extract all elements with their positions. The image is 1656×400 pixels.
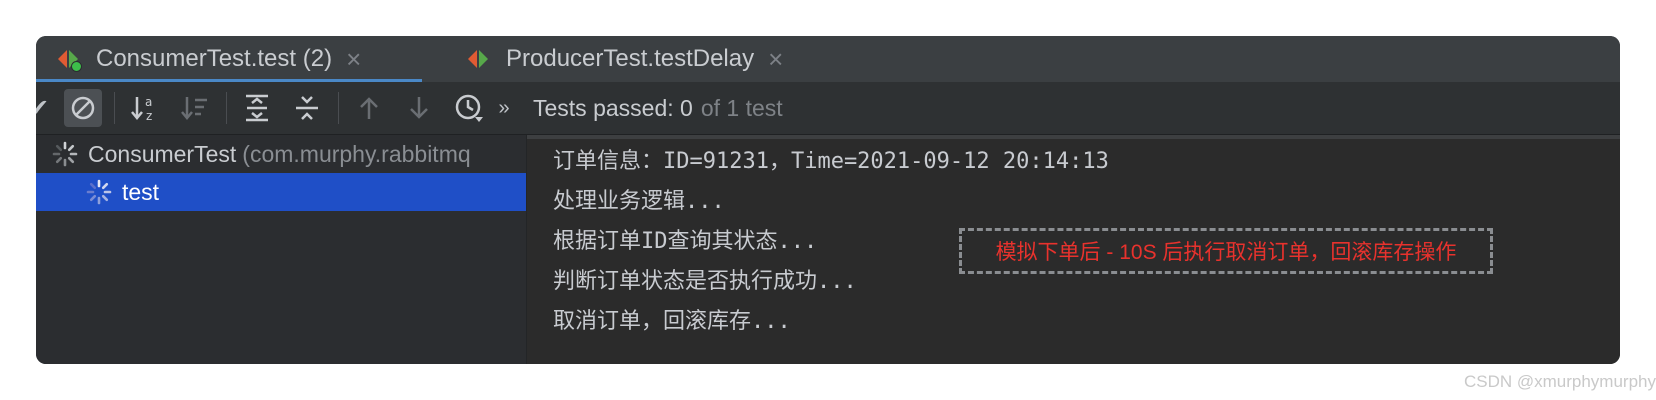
annotation-box: 模拟下单后 - 10S 后执行取消订单，回滚库存操作 [959,228,1493,274]
check-icon[interactable]: ✔ [36,89,58,127]
svg-text:z: z [146,109,152,123]
sort-alpha-icon[interactable]: az [126,89,164,127]
run-config-icon [58,47,84,72]
more-icon[interactable]: » [492,89,516,127]
watermark: CSDN @xmurphymurphy [1463,372,1656,391]
console-line: 判断订单状态是否执行成功... [553,269,857,294]
tab-producer-test[interactable]: ProducerTest.testDelay × [446,36,806,82]
history-icon[interactable] [450,89,488,127]
test-status: Tests passed: 0 of 1 test [533,82,783,134]
sort-duration-icon[interactable] [176,89,214,127]
run-config-icon [468,47,494,71]
running-spinner-icon [86,179,112,205]
console-output[interactable]: 订单信息：ID=91231，Time=2021-09-12 20:14:13 处… [527,135,1620,364]
collapse-all-icon[interactable] [288,89,326,127]
tests-passed-text: Tests passed: 0 [533,94,693,121]
running-spinner-icon [52,141,78,167]
close-icon[interactable]: × [768,44,783,75]
console-line: 订单信息：ID=91231，Time=2021-09-12 20:14:13 [553,149,1109,174]
tab-label: ProducerTest.testDelay [506,45,755,72]
close-icon[interactable]: × [346,44,361,75]
test-toolbar: ✔ az » Tests passed: 0 of 1 test [36,82,1620,135]
arrow-up-icon[interactable] [350,89,388,127]
tab-consumer-test[interactable]: ConsumerTest.test (2) × [36,36,422,83]
tab-label: ConsumerTest.test (2) [96,45,333,72]
console-line: 根据订单ID查询其状态... [553,229,818,254]
svg-text:a: a [145,95,152,109]
arrow-down-icon[interactable] [400,89,438,127]
run-tool-window: ConsumerTest.test (2) × ProducerTest.tes… [36,36,1620,364]
tests-total-text: of 1 test [700,94,783,121]
cancel-icon[interactable] [64,89,102,127]
test-tree: ConsumerTest (com.murphy.rabbitmq test [36,135,527,364]
tree-item-package: (com.murphy.rabbitmq [242,140,471,167]
expand-all-icon[interactable] [238,89,276,127]
tree-item-label: ConsumerTest [88,140,237,167]
tree-item-consumer-test[interactable]: ConsumerTest (com.murphy.rabbitmq [36,135,526,173]
tree-item-test[interactable]: test [36,173,526,211]
tab-bar: ConsumerTest.test (2) × ProducerTest.tes… [36,36,1620,83]
tree-item-label: test [122,178,160,205]
console-line: 处理业务逻辑... [553,189,725,214]
console-line: 取消订单，回滚库存... [553,309,791,334]
